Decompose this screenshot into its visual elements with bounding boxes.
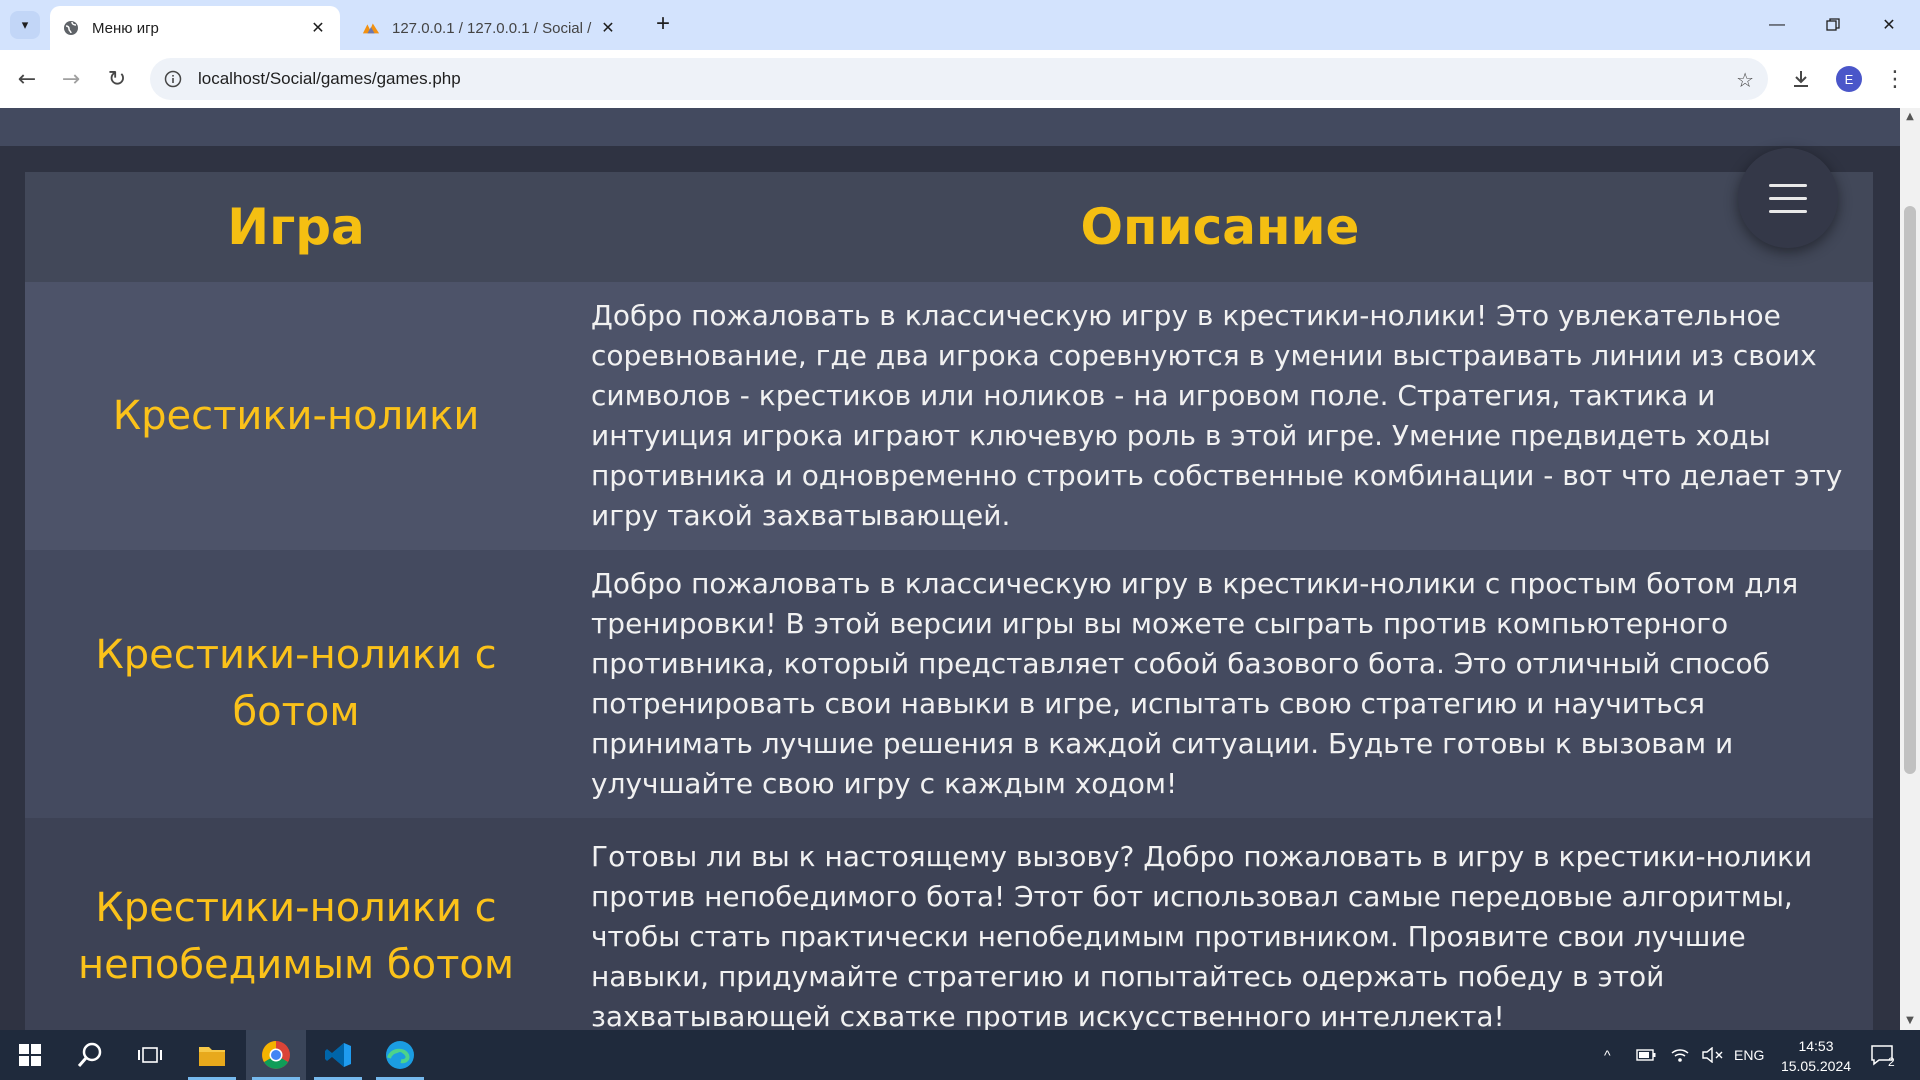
- browser-tab-strip: ▾ Меню игр ✕ 127.0.0.1 / 127.0.0.1 / Soc…: [0, 0, 1920, 50]
- site-header-bar: [0, 108, 1900, 146]
- hamburger-menu-icon[interactable]: [1738, 148, 1838, 248]
- restore-icon[interactable]: [1810, 10, 1856, 40]
- clock-date: 15.05.2024: [1780, 1058, 1852, 1074]
- game-name-link[interactable]: Крестики-нолики с непобедимым ботом: [25, 818, 567, 1030]
- phpmyadmin-icon: [362, 19, 380, 37]
- minimize-icon[interactable]: —: [1754, 10, 1800, 40]
- game-description: Добро пожаловать в классическую игру в к…: [591, 299, 1843, 532]
- column-header-description: Описание: [567, 172, 1873, 282]
- scroll-thumb[interactable]: [1904, 206, 1916, 774]
- table-row[interactable]: Крестики-нолики с непобедимым ботом Гото…: [25, 818, 1873, 1030]
- volume-muted-icon[interactable]: [1702, 1030, 1724, 1080]
- game-name-link[interactable]: Крестики-нолики: [25, 282, 567, 550]
- avatar[interactable]: E: [1836, 66, 1862, 92]
- battery-icon[interactable]: [1636, 1030, 1656, 1080]
- clock-time: 14:53: [1798, 1038, 1834, 1054]
- system-clock[interactable]: 14:53 15.05.2024: [1766, 1036, 1866, 1076]
- games-table: Игра Описание Крестики-нолики Добро пожа…: [25, 172, 1873, 1030]
- notifications-icon[interactable]: 2: [1870, 1030, 1895, 1080]
- scroll-up-icon[interactable]: ▲: [1900, 108, 1920, 126]
- windows-start-icon[interactable]: [0, 1030, 60, 1080]
- browser-toolbar: ← → ↻ localhost/Social/games/games.php ☆…: [0, 50, 1920, 108]
- back-icon[interactable]: ←: [12, 64, 42, 94]
- close-icon[interactable]: ✕: [596, 16, 620, 40]
- globe-icon: [62, 19, 80, 37]
- site-info-icon[interactable]: [162, 68, 184, 90]
- window-close-icon[interactable]: ✕: [1866, 10, 1912, 40]
- more-icon[interactable]: ⋮: [1880, 64, 1910, 94]
- notifications-count: 2: [1888, 1055, 1895, 1069]
- bookmark-star-icon[interactable]: ☆: [1736, 68, 1754, 92]
- file-explorer-icon[interactable]: [182, 1030, 242, 1080]
- table-row[interactable]: Крестики-нолики Добро пожаловать в класс…: [25, 282, 1873, 550]
- page-viewport: Игра Описание Крестики-нолики Добро пожа…: [0, 108, 1900, 1030]
- table-header-row: Игра Описание: [25, 172, 1873, 282]
- game-description: Добро пожаловать в классическую игру в к…: [591, 567, 1799, 800]
- url-text: localhost/Social/games/games.php: [198, 69, 461, 88]
- vscode-icon[interactable]: [308, 1030, 368, 1080]
- address-bar[interactable]: localhost/Social/games/games.php ☆: [150, 58, 1768, 100]
- wifi-icon[interactable]: [1670, 1030, 1690, 1080]
- close-icon[interactable]: ✕: [306, 16, 330, 40]
- scroll-down-icon[interactable]: ▼: [1900, 1012, 1920, 1030]
- page-scrollbar[interactable]: ▲ ▼: [1900, 108, 1920, 1030]
- game-name-link[interactable]: Крестики-нолики с ботом: [25, 550, 567, 818]
- tab-title: 127.0.0.1 / 127.0.0.1 / Social / m: [392, 19, 596, 37]
- windows-taskbar: ^ ENG 14:53 15.05.2024 2: [0, 1030, 1920, 1080]
- tab-phpmyadmin[interactable]: 127.0.0.1 / 127.0.0.1 / Social / m ✕: [350, 6, 630, 50]
- table-row[interactable]: Крестики-нолики с ботом Добро пожаловать…: [25, 550, 1873, 818]
- download-icon[interactable]: [1786, 64, 1816, 94]
- tab-games-menu[interactable]: Меню игр ✕: [50, 6, 340, 50]
- task-view-icon[interactable]: [120, 1030, 180, 1080]
- tab-title: Меню игр: [92, 19, 159, 37]
- reload-icon[interactable]: ↻: [102, 64, 132, 94]
- edge-icon[interactable]: [370, 1030, 430, 1080]
- column-header-game: Игра: [25, 172, 567, 282]
- tab-list-icon[interactable]: ▾: [10, 11, 40, 39]
- new-tab-icon[interactable]: +: [650, 12, 676, 38]
- forward-icon[interactable]: →: [56, 64, 86, 94]
- language-indicator[interactable]: ENG: [1734, 1030, 1764, 1080]
- chrome-icon[interactable]: [246, 1030, 306, 1080]
- chevron-up-icon[interactable]: ^: [1604, 1030, 1611, 1080]
- search-icon[interactable]: [60, 1030, 120, 1080]
- game-description: Готовы ли вы к настоящему вызову? Добро …: [591, 839, 1813, 1031]
